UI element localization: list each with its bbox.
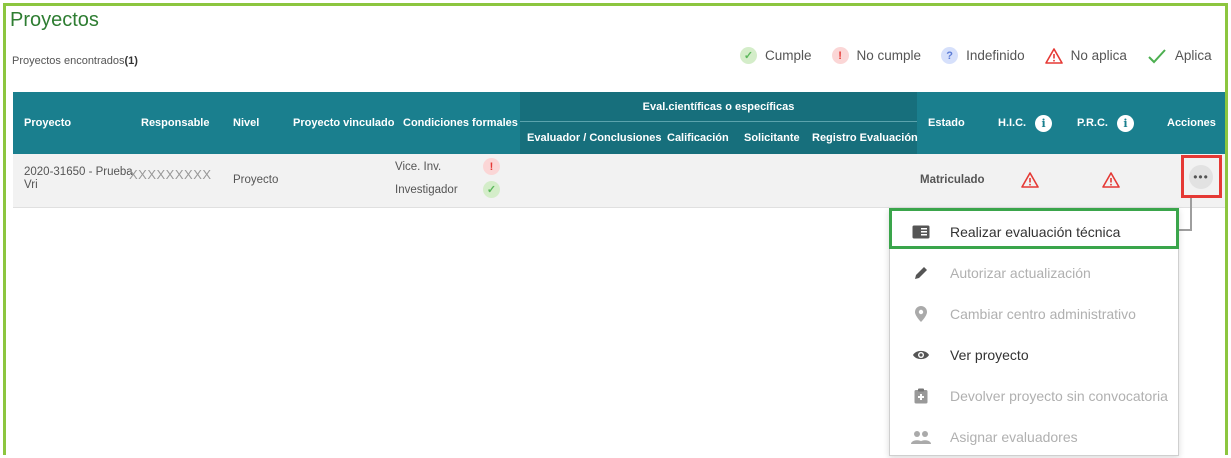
table-header: Proyecto Responsable Nivel Proyecto vinc… — [13, 92, 1225, 154]
legend-item-indefinido: ? Indefinido — [941, 47, 1025, 64]
header-proyecto[interactable]: Proyecto — [24, 92, 71, 154]
highlight-actions-box — [1181, 155, 1222, 198]
location-pin-icon — [909, 305, 933, 322]
header-prc[interactable]: P.R.C. i — [1077, 92, 1134, 154]
cell-condicion-investigador: Investigador ✓ — [395, 181, 500, 198]
header-eval-group: Eval.científicas o específicas — [642, 101, 795, 113]
legend-item-cumple: ✓ Cumple — [740, 47, 812, 64]
header-acciones: Acciones — [1167, 117, 1216, 129]
cell-responsable: XXXXXXXXX — [129, 167, 212, 182]
legend: ✓ Cumple ! No cumple ? Indefinido No apl… — [740, 47, 1212, 64]
highlight-menu-item-box — [889, 208, 1179, 249]
projects-table: Proyecto Responsable Nivel Proyecto vinc… — [13, 92, 1225, 208]
highlight-connector — [1179, 229, 1192, 231]
eye-icon — [909, 349, 933, 361]
cell-nivel: Proyecto — [233, 174, 279, 186]
header-registro[interactable]: Registro Evaluación — [812, 122, 918, 154]
header-estado[interactable]: Estado — [928, 92, 965, 154]
menu-item-cambiar-centro[interactable]: Cambiar centro administrativo — [890, 293, 1178, 334]
header-condiciones-formales[interactable]: Condiciones formales — [403, 92, 518, 154]
header-hic[interactable]: H.I.C. i — [998, 92, 1053, 154]
header-nivel[interactable]: Nivel — [233, 92, 259, 154]
check-circle-green-icon: ✓ — [740, 47, 757, 64]
menu-item-devolver-proyecto[interactable]: Devolver proyecto sin convocatoria — [890, 375, 1178, 416]
users-icon — [909, 430, 933, 444]
menu-item-ver-proyecto[interactable]: Ver proyecto — [890, 334, 1178, 375]
cell-proyecto: 2020-31650 - Prueba Vri — [24, 166, 133, 191]
header-proyecto-vinculado[interactable]: Proyecto vinculado — [293, 92, 394, 154]
header-solicitante[interactable]: Solicitante — [744, 122, 800, 154]
warning-triangle-red-icon — [1044, 47, 1063, 64]
legend-item-no-cumple: ! No cumple — [831, 47, 921, 64]
page-title: Proyectos — [10, 9, 99, 31]
header-calificacion[interactable]: Calificación — [667, 122, 729, 154]
cell-estado: Matriculado — [920, 174, 985, 186]
table-row: 2020-31650 - Prueba Vri XXXXXXXXX Proyec… — [13, 154, 1225, 208]
exclamation-circle-red-icon: ! — [831, 47, 849, 64]
legend-item-aplica: Aplica — [1147, 48, 1212, 64]
checkmark-green-icon — [1147, 48, 1167, 64]
warning-triangle-red-icon — [1021, 172, 1039, 188]
projects-found-label: Proyectos encontrados(1) — [12, 55, 138, 67]
warning-triangle-red-icon — [1102, 172, 1120, 188]
info-icon[interactable]: i — [1035, 114, 1053, 132]
clipboard-icon — [909, 388, 933, 404]
projects-found-count: (1) — [124, 55, 138, 67]
menu-item-autorizar-actualizacion[interactable]: Autorizar actualización — [890, 252, 1178, 293]
pencil-icon — [909, 265, 933, 281]
cell-condicion-vice: Vice. Inv. ! — [395, 158, 500, 175]
question-circle-blue-icon: ? — [941, 47, 959, 64]
legend-item-no-aplica: No aplica — [1044, 47, 1127, 64]
info-icon[interactable]: i — [1116, 114, 1134, 132]
exclamation-circle-red-icon: ! — [483, 158, 500, 175]
check-circle-green-icon: ✓ — [483, 181, 500, 198]
highlight-connector — [1190, 198, 1192, 231]
menu-item-asignar-evaluadores[interactable]: Asignar evaluadores — [890, 416, 1178, 457]
header-evaluador[interactable]: Evaluador / Conclusiones — [527, 122, 661, 154]
header-responsable[interactable]: Responsable — [141, 92, 209, 154]
